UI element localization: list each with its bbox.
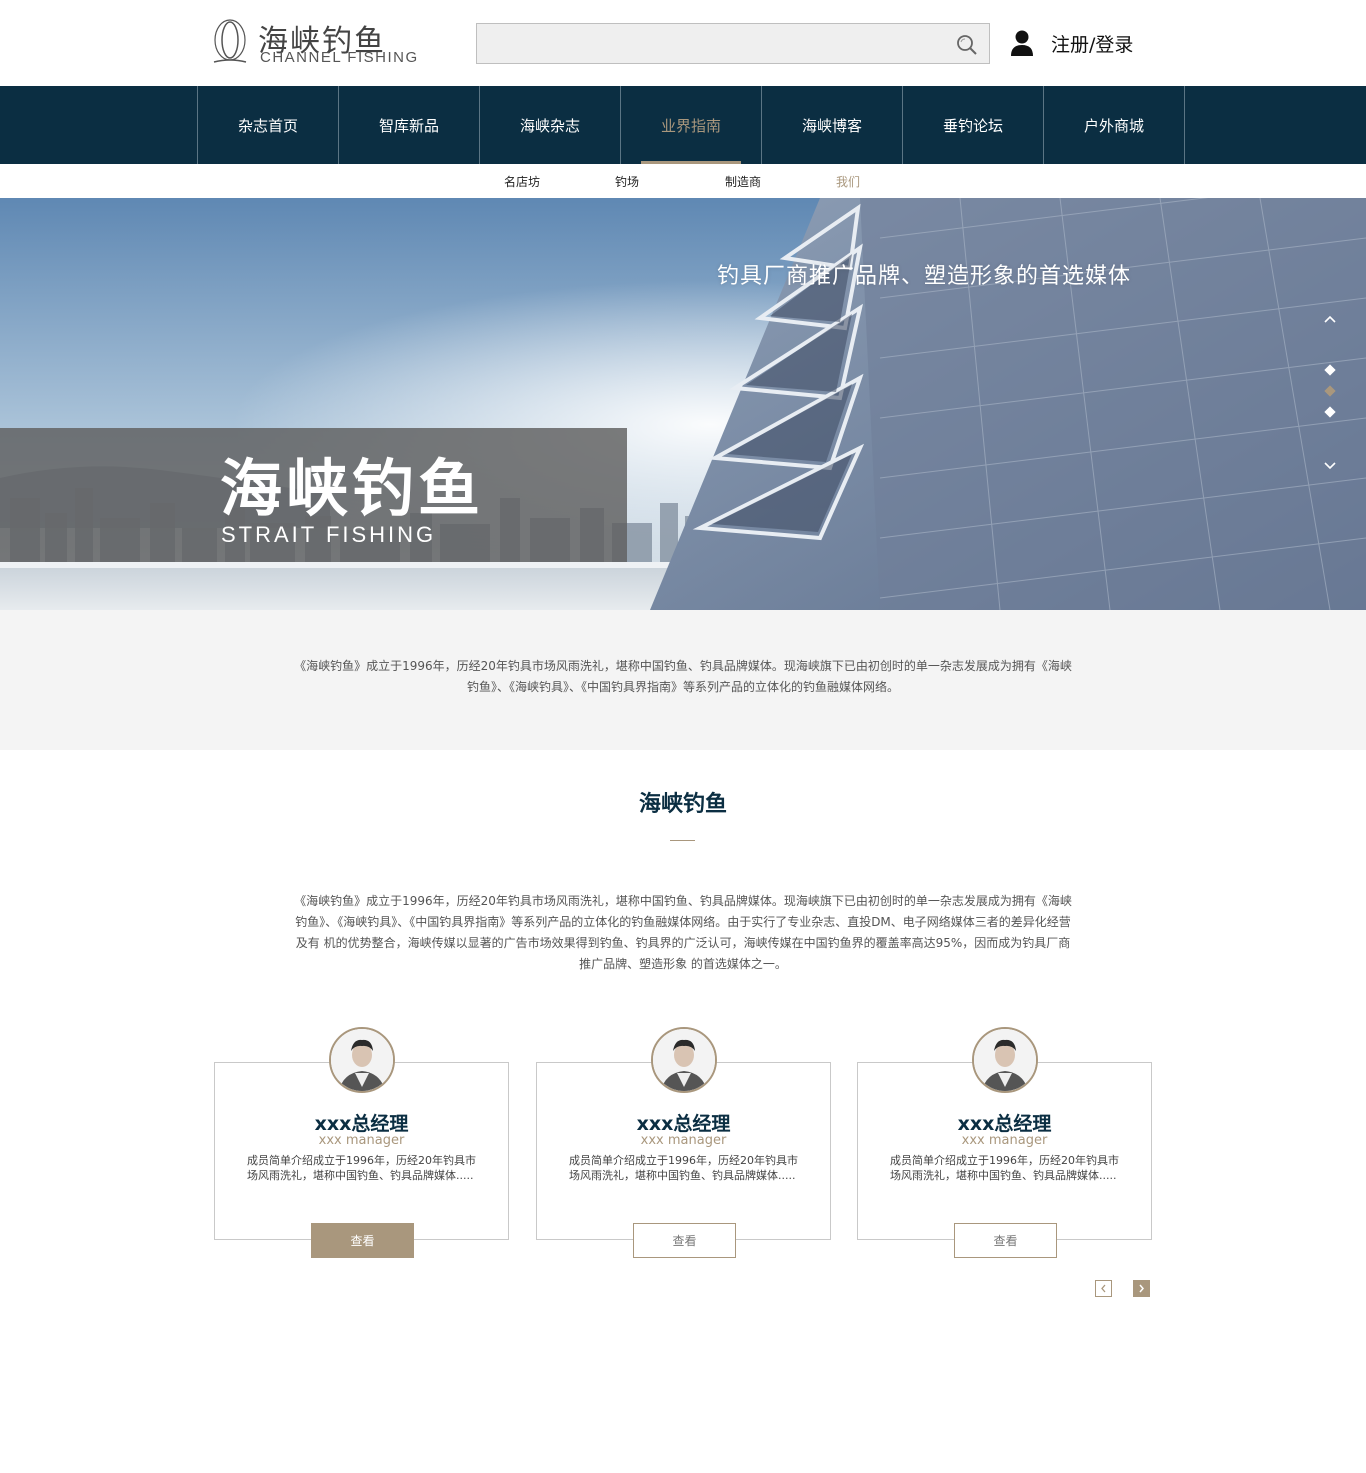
- header: 海峡钓鱼 CHANNEL FISHING 注册/登录: [0, 0, 1366, 86]
- member-desc: 成员简单介绍成立于1996年，历经20年钓具市场风雨洗礼，堪称中国钓鱼、钓具品牌…: [247, 1154, 476, 1182]
- subnav-item-fishing-spots[interactable]: 钓场: [615, 173, 639, 190]
- view-button[interactable]: 查看: [633, 1223, 736, 1258]
- nav-label: 业界指南: [660, 116, 721, 135]
- banner-title-box: 海峡钓鱼 STRAIT FISHING: [0, 428, 627, 562]
- nav-item-home[interactable]: 杂志首页: [198, 86, 339, 164]
- login-label: 注册/登录: [1051, 33, 1134, 56]
- subnav-item-manufacturers[interactable]: 制造商: [725, 173, 761, 190]
- banner-title: 海峡钓鱼: [220, 452, 485, 525]
- intro-text: 《海峡钓鱼》成立于1996年，历经20年钓具市场风雨洗礼，堪称中国钓鱼、钓具品牌…: [294, 659, 1072, 694]
- chevron-right-icon: [1139, 1284, 1144, 1293]
- avatar-image: [331, 1029, 393, 1091]
- logo[interactable]: 海峡钓鱼 CHANNEL FISHING: [212, 18, 422, 68]
- nav-label: 杂志首页: [237, 116, 298, 135]
- nav-label: 户外商城: [1083, 116, 1144, 135]
- prev-button[interactable]: [1095, 1280, 1112, 1297]
- title-divider: [670, 840, 695, 841]
- nav-list: 杂志首页 智库新品 海峡杂志 业界指南 海峡博客 垂钓论坛 户外商城: [197, 86, 1185, 164]
- next-button[interactable]: [1133, 1280, 1150, 1297]
- team-card: xxx总经理 xxx manager 成员简单介绍成立于1996年，历经20年钓…: [857, 1027, 1152, 1258]
- team-card: xxx总经理 xxx manager 成员简单介绍成立于1996年，历经20年钓…: [214, 1027, 509, 1258]
- member-role: xxx manager: [961, 1133, 1048, 1148]
- subnav-item-shops[interactable]: 名店坊: [504, 173, 540, 190]
- user-icon: [1011, 30, 1033, 56]
- nav-item-new-products[interactable]: 智库新品: [339, 86, 480, 164]
- member-name: xxx总经理: [636, 1113, 731, 1135]
- hero-banner: 钓具厂商推广品牌、塑造形象的首选媒体 海峡钓鱼 STRAIT FISHING: [0, 198, 1366, 610]
- avatar: [651, 1027, 717, 1093]
- search-input[interactable]: [477, 24, 937, 63]
- nav-label: 海峡博客: [801, 116, 862, 135]
- nav-item-industry-guide[interactable]: 业界指南: [621, 86, 762, 164]
- banner-subtitle: STRAIT FISHING: [221, 522, 437, 547]
- view-button[interactable]: 查看: [311, 1223, 414, 1258]
- chevron-up-icon[interactable]: [1322, 311, 1338, 327]
- chevron-down-icon[interactable]: [1322, 458, 1338, 474]
- nav-item-forum[interactable]: 垂钓论坛: [903, 86, 1044, 164]
- search-box[interactable]: [476, 23, 990, 64]
- member-name: xxx总经理: [314, 1113, 409, 1135]
- member-desc: 成员简单介绍成立于1996年，历经20年钓具市场风雨洗礼，堪称中国钓鱼、钓具品牌…: [890, 1154, 1119, 1182]
- subnav-item-about-us[interactable]: 我们: [836, 173, 860, 190]
- avatar: [329, 1027, 395, 1093]
- chevron-left-icon: [1101, 1284, 1106, 1293]
- intro-section: 《海峡钓鱼》成立于1996年，历经20年钓具市场风雨洗礼，堪称中国钓鱼、钓具品牌…: [0, 610, 1366, 750]
- nav-label: 海峡杂志: [519, 116, 580, 135]
- nav-item-magazine[interactable]: 海峡杂志: [480, 86, 621, 164]
- member-role: xxx manager: [640, 1133, 727, 1148]
- logo-mark-icon: [213, 19, 247, 63]
- avatar-image: [653, 1029, 715, 1091]
- banner-slogan: 钓具厂商推广品牌、塑造形象的首选媒体: [717, 264, 1132, 289]
- avatar: [972, 1027, 1038, 1093]
- team-card: xxx总经理 xxx manager 成员简单介绍成立于1996年，历经20年钓…: [536, 1027, 831, 1258]
- member-role: xxx manager: [318, 1133, 405, 1148]
- avatar-image: [974, 1029, 1036, 1091]
- main-nav: 杂志首页 智库新品 海峡杂志 业界指南 海峡博客 垂钓论坛 户外商城: [0, 86, 1366, 164]
- nav-label: 垂钓论坛: [942, 116, 1003, 135]
- member-name: xxx总经理: [957, 1113, 1052, 1135]
- logo-en-text: CHANNEL FISHING: [260, 49, 419, 66]
- view-button[interactable]: 查看: [954, 1223, 1057, 1258]
- login-link[interactable]: 注册/登录: [1010, 28, 1133, 58]
- nav-label: 智库新品: [378, 116, 439, 135]
- section-title: 海峡钓鱼: [638, 792, 727, 817]
- member-desc: 成员简单介绍成立于1996年，历经20年钓具市场风雨洗礼，堪称中国钓鱼、钓具品牌…: [569, 1154, 798, 1182]
- sub-nav: 名店坊 钓场 制造商 我们: [0, 164, 1366, 198]
- search-icon[interactable]: [955, 33, 979, 57]
- nav-item-blog[interactable]: 海峡博客: [762, 86, 903, 164]
- about-text: 《海峡钓鱼》成立于1996年，历经20年钓具市场风雨洗礼，堪称中国钓鱼、钓具品牌…: [294, 894, 1072, 971]
- nav-item-mall[interactable]: 户外商城: [1044, 86, 1185, 164]
